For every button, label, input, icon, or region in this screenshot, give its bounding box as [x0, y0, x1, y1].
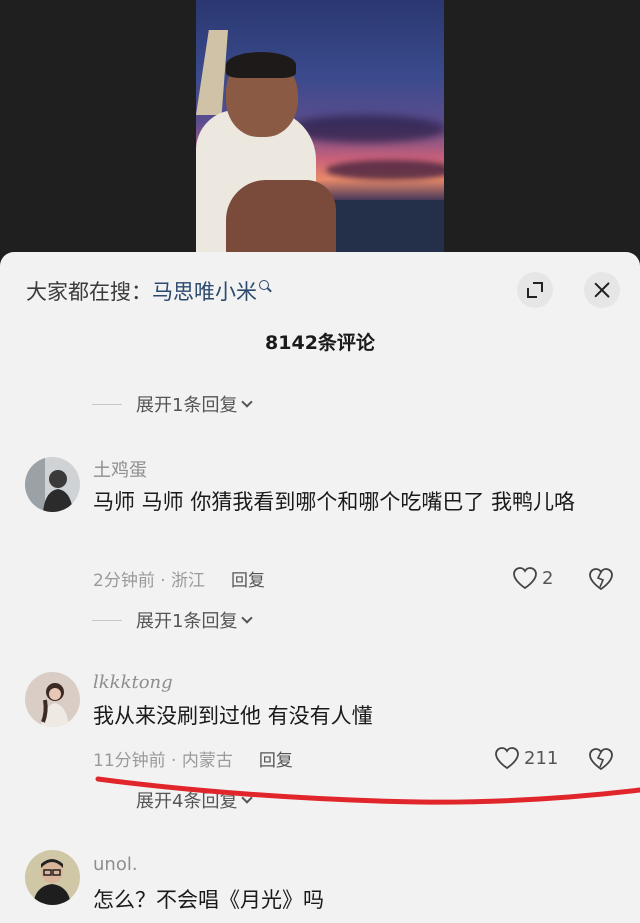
like-count: 2 [542, 567, 554, 589]
reply-button[interactable]: 回复 [259, 746, 293, 771]
dislike-icon[interactable] [588, 567, 614, 591]
comment-time-location: 11分钟前 · 内蒙古 [93, 751, 233, 771]
comment-count: 8142条评论 [265, 332, 375, 354]
like-count: 211 [524, 747, 559, 769]
search-suggestion[interactable]: 大家都在搜： 马思唯小米 [26, 276, 269, 306]
expand-replies-button[interactable]: 展开1条回复 [92, 392, 254, 416]
divider-line [92, 403, 122, 405]
comment-time-location: 2分钟前 · 浙江 [93, 571, 206, 591]
comment-text: 我从来没刷到过他 有没有人懂 [93, 704, 373, 728]
search-icon[interactable] [259, 280, 269, 290]
close-icon [593, 281, 611, 299]
expand-replies-button[interactable]: 展开4条回复 [92, 788, 254, 812]
comment-text: 马师 马师 你猜我看到哪个和哪个吃嘴巴了 我鸭儿咯 [93, 490, 576, 514]
expand-replies-label: 展开4条回复 [136, 791, 238, 812]
comment-text: 怎么？不会唱《月光》吗 [93, 888, 324, 912]
username[interactable]: unol. [93, 854, 138, 875]
divider-line [92, 800, 122, 801]
comment-meta: 11分钟前 · 内蒙古 回复 [93, 746, 293, 771]
comment-sheet: 大家都在搜： 马思唯小米 8142条评论 展开1条回复 土鸡蛋 马师 马师 你猜… [0, 252, 640, 923]
like-button[interactable]: 2 [512, 566, 553, 590]
search-term[interactable]: 马思唯小米 [152, 276, 257, 306]
expand-replies-label: 展开1条回复 [136, 611, 238, 632]
expand-replies-button[interactable]: 展开1条回复 [92, 608, 254, 632]
chevron-down-icon [241, 395, 254, 408]
heart-icon [495, 747, 519, 770]
expand-replies-label: 展开1条回复 [136, 395, 238, 416]
expand-button[interactable] [517, 272, 553, 308]
reply-button[interactable]: 回复 [231, 566, 265, 591]
heart-icon [513, 567, 537, 590]
close-button[interactable] [584, 272, 620, 308]
search-prefix: 大家都在搜： [26, 280, 152, 304]
like-button[interactable]: 211 [494, 746, 558, 770]
dislike-icon[interactable] [588, 747, 614, 771]
username[interactable]: 土鸡蛋 [93, 456, 147, 482]
video-area[interactable] [0, 0, 640, 260]
chevron-down-icon [241, 611, 254, 624]
expand-icon [527, 282, 543, 298]
video-thumbnail[interactable] [196, 0, 444, 256]
avatar[interactable] [25, 850, 80, 905]
username[interactable]: lkkktong [93, 672, 173, 693]
chevron-down-icon [241, 791, 254, 804]
avatar[interactable] [25, 457, 80, 512]
avatar[interactable] [25, 672, 80, 727]
divider-line [92, 619, 122, 621]
comment-meta: 2分钟前 · 浙江 回复 [93, 566, 265, 591]
